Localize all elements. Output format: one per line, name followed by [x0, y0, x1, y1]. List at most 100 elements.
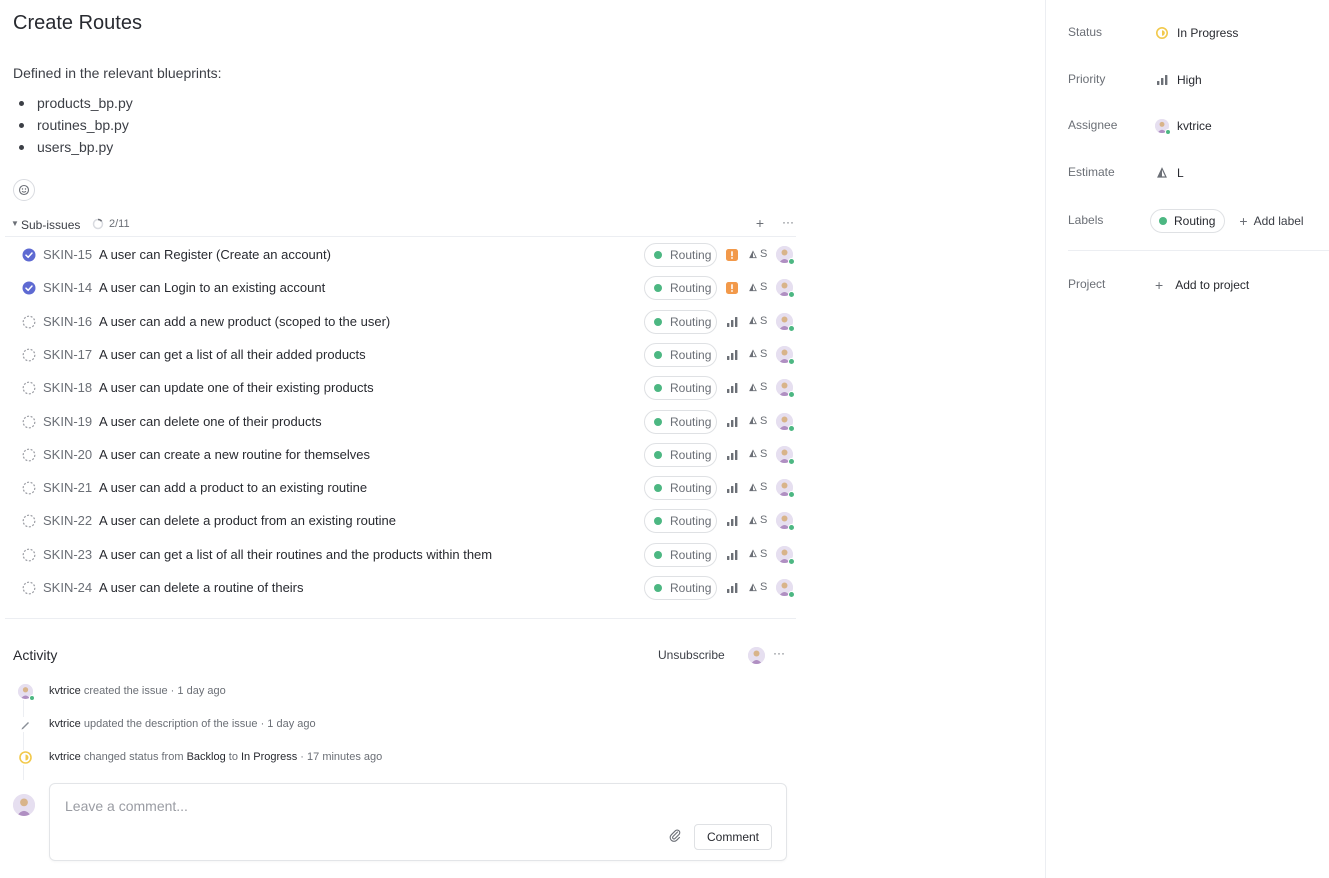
add-reaction-button[interactable] [13, 179, 35, 201]
status-selector[interactable]: In Progress [1155, 23, 1238, 43]
assignee-avatar[interactable] [776, 345, 795, 365]
activity-actor[interactable]: kvtrice [49, 751, 81, 763]
sub-issue-row[interactable]: SKIN-19 A user can delete one of their pr… [5, 404, 796, 437]
priority-selector[interactable]: High [1155, 70, 1202, 90]
sub-issue-row[interactable]: SKIN-24 A user can delete a routine of th… [5, 570, 796, 603]
label-pill[interactable]: Routing [644, 342, 717, 367]
assignee-avatar[interactable] [776, 246, 795, 265]
signal-bars-icon[interactable] [725, 348, 739, 362]
sub-issue-row[interactable]: SKIN-18 A user can update one of their ex… [5, 370, 796, 403]
check-circle-icon[interactable] [22, 281, 36, 295]
estimate-badge[interactable]: S [749, 448, 767, 460]
subscriber-avatar[interactable] [748, 647, 765, 664]
signal-bars-icon[interactable] [725, 415, 739, 429]
signal-bars-icon[interactable] [725, 514, 739, 528]
signal-bars-icon[interactable] [725, 481, 739, 495]
dashed-circle-icon[interactable] [22, 448, 36, 462]
estimate-badge[interactable]: S [749, 415, 767, 427]
dashed-circle-icon[interactable] [22, 348, 36, 362]
issue-title[interactable]: A user can delete one of their products [99, 414, 322, 429]
assignee-avatar[interactable] [776, 445, 795, 465]
label-pill[interactable]: Routing [1150, 209, 1226, 233]
label-pill[interactable]: Routing [644, 376, 717, 401]
activity-time[interactable]: 1 day ago [177, 685, 225, 697]
label-pill[interactable]: Routing [644, 409, 717, 434]
dashed-circle-icon[interactable] [22, 481, 36, 495]
dashed-circle-icon[interactable] [22, 548, 36, 562]
activity-time[interactable]: 17 minutes ago [307, 751, 382, 763]
dashed-circle-icon[interactable] [22, 581, 36, 595]
estimate-badge[interactable]: S [749, 315, 767, 327]
estimate-badge[interactable]: S [749, 281, 767, 293]
comment-button[interactable]: Comment [694, 824, 772, 850]
assignee-avatar[interactable] [776, 545, 795, 565]
issue-title[interactable]: A user can add a product to an existing … [99, 480, 367, 495]
assignee-avatar[interactable] [776, 279, 795, 299]
signal-bars-icon[interactable] [725, 548, 739, 562]
check-circle-icon[interactable] [22, 248, 36, 262]
assignee-avatar[interactable] [776, 512, 795, 532]
urgent-icon[interactable] [725, 281, 739, 295]
activity-more-button[interactable]: ··· [773, 646, 785, 660]
issue-title[interactable]: A user can get a list of all their added… [99, 347, 366, 362]
estimate-badge[interactable]: S [749, 481, 767, 493]
activity-actor[interactable]: kvtrice [49, 718, 81, 730]
issue-title[interactable]: A user can Login to an existing account [99, 280, 325, 295]
dashed-circle-icon[interactable] [22, 415, 36, 429]
dashed-circle-icon[interactable] [22, 514, 36, 528]
sub-issues-label[interactable]: Sub-issues [21, 218, 80, 232]
issue-title[interactable]: A user can add a new product (scoped to … [99, 314, 390, 329]
add-label-button[interactable]: + Add label [1239, 213, 1303, 229]
bullet-item[interactable]: products_bp.py [13, 94, 133, 116]
add-sub-issue-button[interactable]: + [754, 215, 766, 231]
issue-title[interactable]: A user can Register (Create an account) [99, 247, 331, 262]
activity-time[interactable]: 1 day ago [267, 718, 315, 730]
issue-title[interactable]: A user can delete a product from an exis… [99, 513, 396, 528]
estimate-badge[interactable]: S [749, 548, 767, 560]
label-pill[interactable]: Routing [644, 276, 717, 301]
estimate-badge[interactable]: S [749, 581, 767, 593]
add-to-project-button[interactable]: + Add to project [1155, 275, 1249, 295]
assignee-avatar[interactable] [776, 479, 795, 499]
sub-issue-row[interactable]: SKIN-16 A user can add a new product (sco… [5, 304, 796, 337]
sub-issues-more-button[interactable]: ··· [782, 215, 794, 229]
dashed-circle-icon[interactable] [22, 315, 36, 329]
sub-issue-row[interactable]: SKIN-22 A user can delete a product from … [5, 503, 796, 536]
label-pill[interactable]: Routing [644, 476, 717, 501]
issue-title[interactable]: A user can delete a routine of theirs [99, 580, 304, 595]
signal-bars-icon[interactable] [725, 381, 739, 395]
dashed-circle-icon[interactable] [22, 381, 36, 395]
activity-actor[interactable]: kvtrice [49, 685, 81, 697]
sub-issue-row[interactable]: SKIN-23 A user can get a list of all thei… [5, 537, 796, 570]
sub-issue-row[interactable]: SKIN-20 A user can create a new routine f… [5, 437, 796, 470]
label-pill[interactable]: Routing [644, 542, 717, 567]
estimate-badge[interactable]: S [749, 248, 767, 260]
collapse-chevron-icon[interactable]: ▼ [11, 219, 19, 228]
bullet-item[interactable]: routines_bp.py [13, 116, 133, 138]
description-intro[interactable]: Defined in the relevant blueprints: [13, 65, 222, 81]
issue-title[interactable]: Create Routes [13, 12, 142, 35]
estimate-badge[interactable]: S [749, 348, 767, 360]
signal-bars-icon[interactable] [725, 315, 739, 329]
signal-bars-icon[interactable] [725, 581, 739, 595]
comment-input[interactable] [65, 798, 665, 814]
paperclip-icon[interactable] [668, 828, 682, 842]
bullet-item[interactable]: users_bp.py [13, 138, 133, 160]
urgent-icon[interactable] [725, 248, 739, 262]
assignee-avatar[interactable] [776, 412, 795, 432]
label-pill[interactable]: Routing [644, 509, 717, 534]
sub-issue-row[interactable]: SKIN-17 A user can get a list of all thei… [5, 337, 796, 370]
issue-title[interactable]: A user can update one of their existing … [99, 380, 374, 395]
label-pill[interactable]: Routing [644, 243, 717, 267]
assignee-avatar[interactable] [776, 312, 795, 332]
sub-issue-row[interactable]: SKIN-21 A user can add a product to an ex… [5, 470, 796, 503]
sub-issue-row[interactable]: SKIN-15 A user can Register (Create an ac… [5, 237, 796, 270]
avatar[interactable] [18, 684, 35, 701]
label-pill[interactable]: Routing [644, 309, 717, 334]
issue-title[interactable]: A user can create a new routine for them… [99, 447, 370, 462]
issue-title[interactable]: A user can get a list of all their routi… [99, 547, 492, 562]
assignee-avatar[interactable] [776, 579, 795, 598]
estimate-selector[interactable]: L [1155, 163, 1184, 183]
label-pill[interactable]: Routing [644, 442, 717, 467]
assignee-avatar[interactable] [776, 379, 795, 399]
